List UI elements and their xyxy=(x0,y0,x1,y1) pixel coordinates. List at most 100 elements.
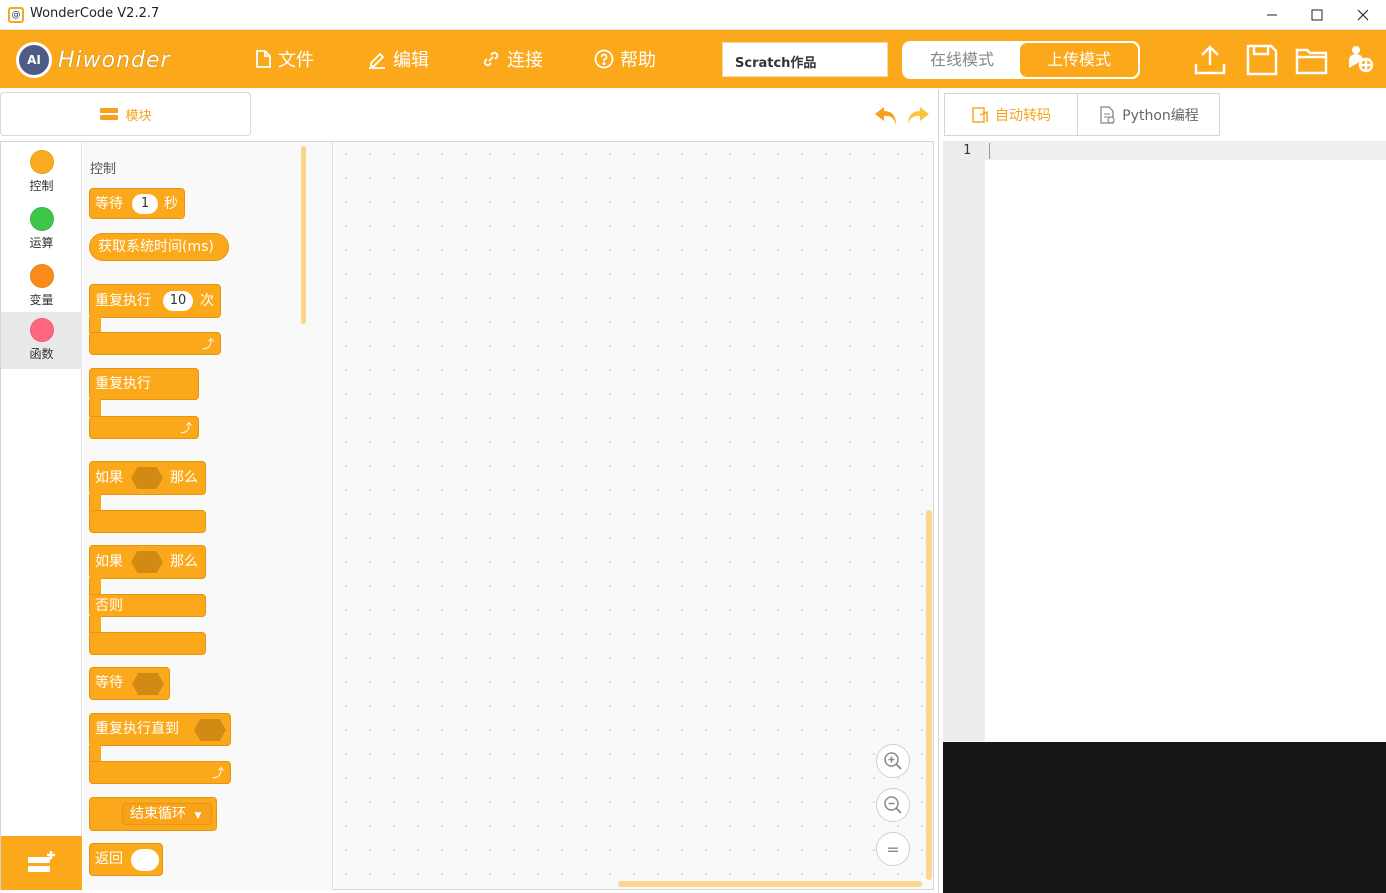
wait-seconds-input[interactable]: 1 xyxy=(132,194,158,214)
canvas-vertical-scrollbar[interactable] xyxy=(926,510,932,880)
zoom-in-button[interactable] xyxy=(876,744,910,778)
block-bottom: ⤴ xyxy=(89,332,221,355)
block-arm xyxy=(89,317,101,333)
app-icon: @ xyxy=(8,7,24,23)
add-extension-button[interactable] xyxy=(1,836,82,890)
category-bar: 控制 运算 变量 函数 xyxy=(1,142,82,890)
edit-icon xyxy=(369,52,385,69)
loop-arrow-icon: ⤴ xyxy=(211,766,224,780)
user-globe-icon xyxy=(1349,46,1374,73)
account-button[interactable] xyxy=(1346,42,1376,78)
open-folder-button[interactable] xyxy=(1294,42,1330,78)
upload-button[interactable] xyxy=(1192,42,1228,78)
category-label: 控制 xyxy=(29,179,54,193)
category-operators-dot xyxy=(29,207,54,231)
canvas-horizontal-scrollbar[interactable] xyxy=(618,881,922,887)
condition-slot[interactable] xyxy=(131,551,163,573)
condition-slot[interactable] xyxy=(131,467,163,489)
blocks-tab-label: 模块 xyxy=(125,108,152,124)
block-repeat-until[interactable]: 重复执行直到 xyxy=(89,713,231,746)
block-repeat-times[interactable]: 重复执行 10 次 xyxy=(89,284,221,318)
category-label: 变量 xyxy=(29,293,54,307)
maximize-button[interactable] xyxy=(1294,0,1340,30)
block-forever[interactable]: 重复执行 xyxy=(89,368,199,400)
block-if-then[interactable]: 如果 那么 xyxy=(89,461,206,495)
condition-slot[interactable] xyxy=(132,673,164,695)
minimize-button[interactable] xyxy=(1249,0,1295,30)
block-text: 秒 xyxy=(164,196,178,212)
block-bottom: ⤴ xyxy=(89,416,199,439)
flyout-scrollbar[interactable] xyxy=(301,146,306,324)
block-if-else[interactable]: 如果 那么 xyxy=(89,545,206,579)
flyout-title: 控制 xyxy=(90,162,117,177)
close-button[interactable] xyxy=(1340,0,1386,30)
menu-help[interactable]: 帮助 xyxy=(594,46,656,72)
upload-icon xyxy=(1194,45,1226,75)
block-text: 等待 xyxy=(95,196,123,212)
menu-connect[interactable]: 连接 xyxy=(481,46,543,72)
category-variables[interactable]: 变量 xyxy=(1,258,82,315)
transcode-icon xyxy=(972,106,988,123)
block-text: 等待 xyxy=(95,675,123,691)
undo-button[interactable] xyxy=(872,103,900,129)
blocks-tab[interactable]: 模块 xyxy=(0,92,251,136)
block-text: 返回 xyxy=(95,851,123,867)
category-variables-dot xyxy=(29,264,54,288)
ai-robot-icon: AI xyxy=(16,42,52,78)
block-flyout: 控制 等待 1 秒 获取系统时间(ms) 重复执行 10 次 ⤴ 重复执行 ⤴ … xyxy=(83,142,333,890)
block-break-loop[interactable]: 结束循环 ▼ xyxy=(89,797,217,831)
upload-mode-button[interactable]: 上传模式 xyxy=(1020,43,1138,77)
zoom-reset-button[interactable]: = xyxy=(876,832,910,866)
folder-icon xyxy=(1295,48,1328,75)
menu-file-label: 文件 xyxy=(278,50,314,71)
loop-arrow-icon: ⤴ xyxy=(201,337,214,351)
block-text: 否则 xyxy=(95,598,123,614)
mode-toggle: 在线模式 上传模式 xyxy=(902,41,1140,79)
undo-icon xyxy=(875,107,896,125)
return-value-slot[interactable] xyxy=(131,849,159,871)
line-number: 1 xyxy=(963,143,971,158)
block-text: 次 xyxy=(200,293,214,309)
blocks-icon xyxy=(100,108,119,120)
chevron-down-icon: ▼ xyxy=(194,811,202,821)
zoom-out-button[interactable] xyxy=(876,788,910,822)
category-functions-dot xyxy=(29,318,54,342)
online-mode-button[interactable]: 在线模式 xyxy=(904,43,1020,77)
block-get-system-time[interactable]: 获取系统时间(ms) xyxy=(89,233,229,261)
repeat-count-input[interactable]: 10 xyxy=(163,291,193,311)
file-icon xyxy=(256,50,271,68)
category-operators[interactable]: 运算 xyxy=(1,201,82,258)
condition-slot[interactable] xyxy=(194,719,226,741)
category-control[interactable]: 控制 xyxy=(1,144,82,201)
python-file-icon xyxy=(1100,105,1115,124)
category-functions[interactable]: 函数 xyxy=(1,312,82,369)
window-title: WonderCode V2.2.7 xyxy=(30,6,160,21)
category-control-dot xyxy=(29,150,54,174)
redo-button[interactable] xyxy=(904,103,932,129)
save-button[interactable] xyxy=(1244,42,1280,78)
block-return[interactable]: 返回 xyxy=(89,843,163,876)
block-bottom xyxy=(89,510,206,533)
project-name-input[interactable]: Scratch作品 xyxy=(722,42,888,77)
code-editor[interactable]: 1 xyxy=(943,141,1386,741)
menu-help-label: 帮助 xyxy=(620,50,656,71)
output-console[interactable] xyxy=(943,742,1386,893)
menu-edit[interactable]: 编辑 xyxy=(367,46,429,72)
category-label: 函数 xyxy=(29,347,54,361)
help-icon xyxy=(594,49,614,69)
script-canvas[interactable]: = xyxy=(334,142,933,889)
line-gutter: 1 xyxy=(943,141,985,741)
block-text: 如果 xyxy=(95,554,123,570)
brand-name: Hiwonder xyxy=(58,47,171,73)
menu-connect-label: 连接 xyxy=(507,50,543,71)
add-extension-icon xyxy=(27,851,55,872)
menu-file[interactable]: 文件 xyxy=(254,46,314,72)
tab-auto-transcode[interactable]: 自动转码 xyxy=(944,93,1078,136)
block-wait-until[interactable]: 等待 xyxy=(89,667,170,700)
window-titlebar: @ WonderCode V2.2.7 xyxy=(0,0,1386,30)
close-icon xyxy=(1357,9,1369,21)
block-arm xyxy=(89,399,101,417)
break-loop-dropdown[interactable]: 结束循环 ▼ xyxy=(122,803,212,825)
block-wait-seconds[interactable]: 等待 1 秒 xyxy=(89,188,185,219)
tab-python[interactable]: Python编程 xyxy=(1077,93,1220,136)
